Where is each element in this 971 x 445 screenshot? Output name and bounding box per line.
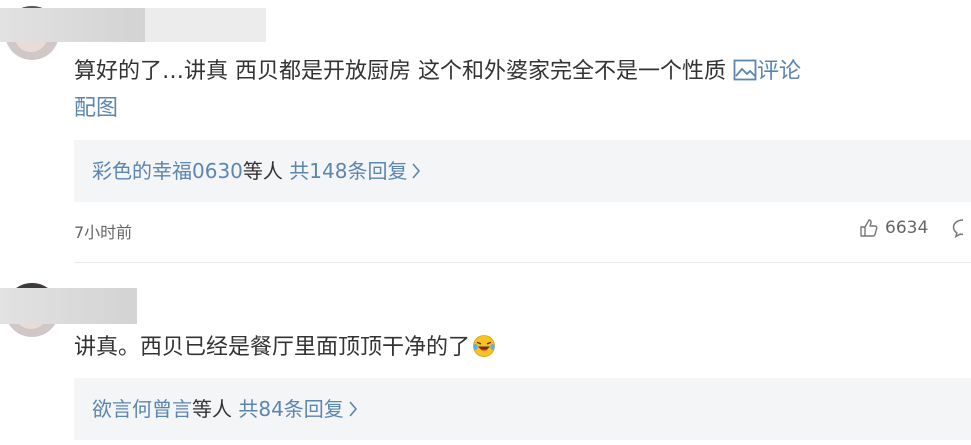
like-count: 6634 [885,218,929,238]
reply-count-link[interactable]: 共84条回复 [238,397,343,421]
reply-etc-label: 等人 [192,397,232,421]
reply-count-link[interactable]: 共148条回复 [289,159,407,183]
comment-body: 讲真。西贝已经是餐厅里面顶顶干净的了 [74,335,471,360]
comment-text: 讲真。西贝已经是餐厅里面顶顶干净的了 [74,333,496,363]
divider [74,262,971,263]
laughing-tears-emoji-icon [473,335,495,357]
reply-user-link[interactable]: 彩色的幸福0630 [92,159,243,183]
chevron-right-icon [349,401,357,417]
reply-summary-box[interactable]: 欲言何曾言等人 共84条回复 [74,378,971,440]
comment-bubble-icon[interactable] [952,218,971,238]
username-redacted[interactable] [0,8,145,42]
reply-summary-box[interactable]: 彩色的幸福0630等人 共148条回复 [74,140,971,202]
username-redacted-fade [145,8,266,42]
username-redacted[interactable] [0,288,137,324]
image-icon [733,59,757,81]
chevron-right-icon [412,163,421,179]
comment-body: 算好的了…讲真 西贝都是开放厨房 这个和外婆家完全不是一个性质 [74,59,726,84]
view-picture-link[interactable]: 评论 [733,59,801,84]
reply-user-link[interactable]: 欲言何曾言 [92,397,192,421]
pic-link-label[interactable]: 评论 [757,59,801,84]
comment-text: 算好的了…讲真 西贝都是开放厨房 这个和外婆家完全不是一个性质 评论 [74,57,801,87]
timestamp: 7小时前 [74,223,133,242]
thumbs-up-icon [860,219,878,237]
like-button[interactable]: 6634 [859,218,928,238]
reply-etc-label: 等人 [242,159,283,183]
pic-link-label-line2[interactable]: 配图 [74,94,118,124]
